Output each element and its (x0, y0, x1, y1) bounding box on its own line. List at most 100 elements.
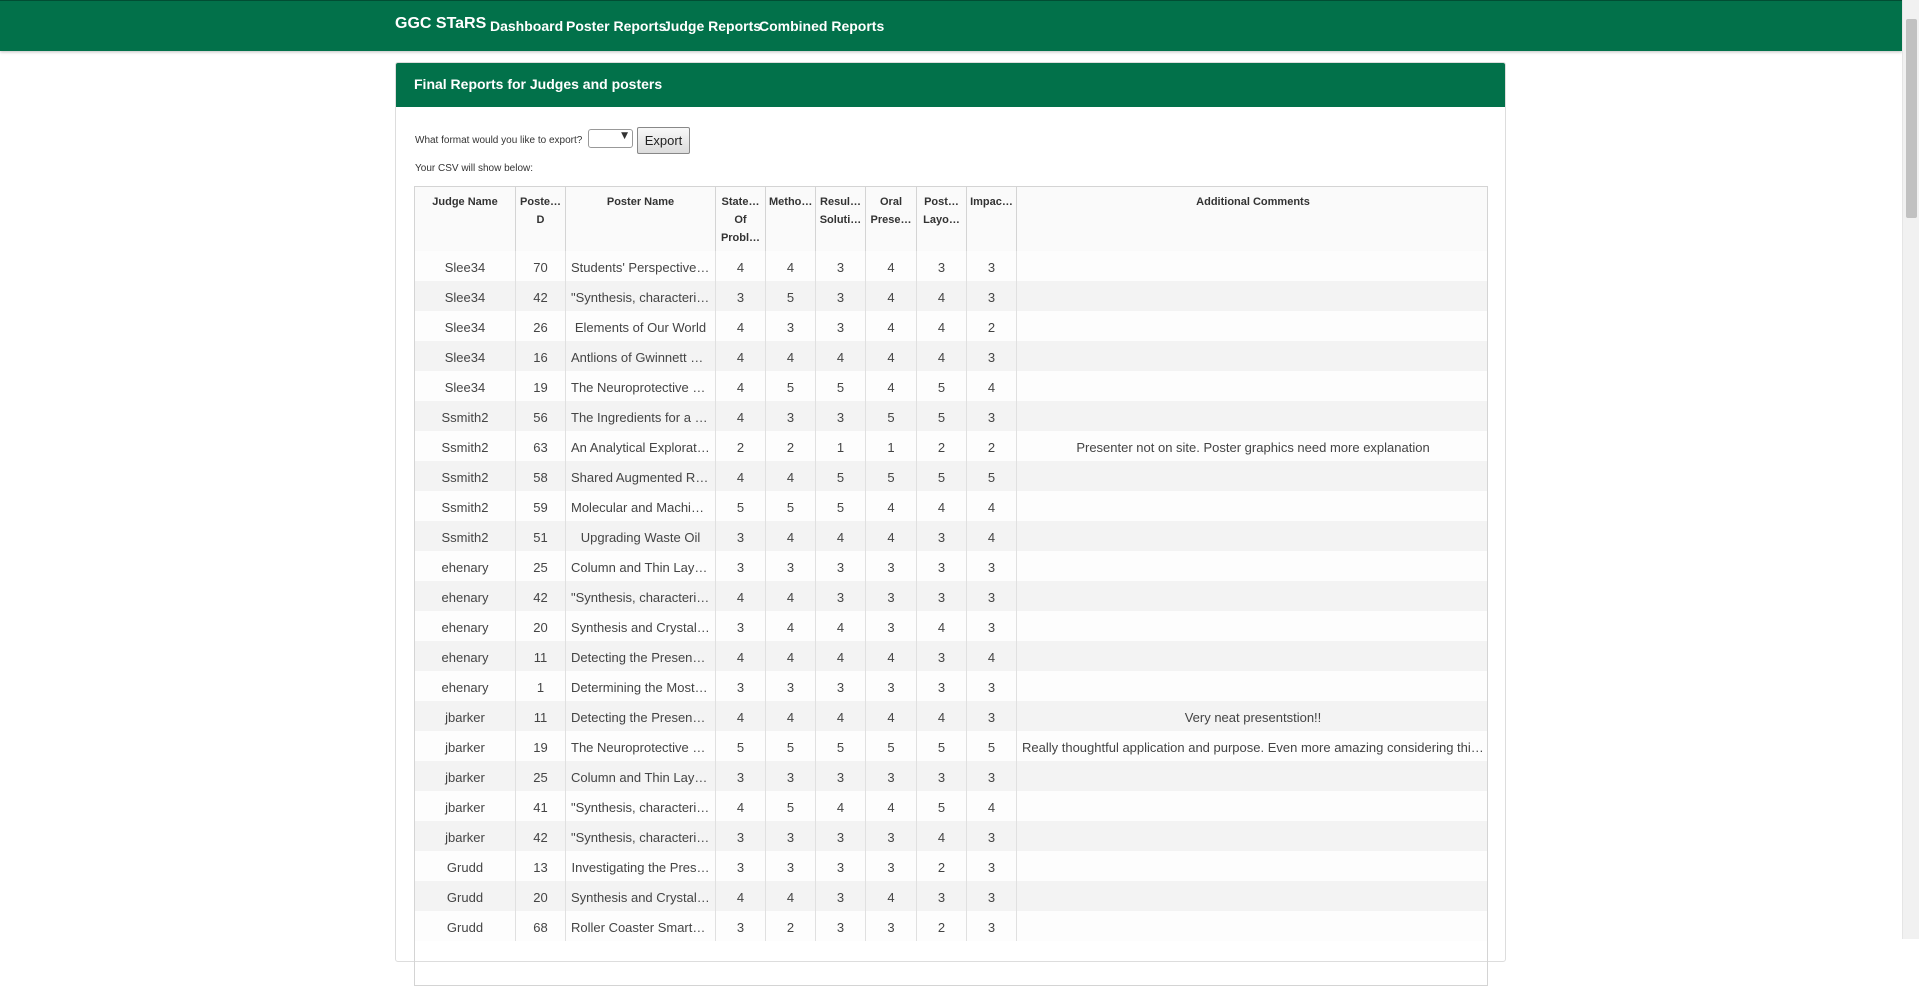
table-row[interactable]: ehenary 25 Column and Thin Layer… 3 3 3 3 3 3 (415, 551, 1487, 581)
nav-poster-reports[interactable]: Poster Reports (566, 18, 666, 34)
cell-additional-comments (1017, 761, 1487, 791)
cell-statement-of-problem: 3 (716, 761, 766, 791)
col-header-impact[interactable]: Impac… (967, 187, 1017, 251)
cell-poster-layout: 3 (917, 581, 967, 611)
table-row[interactable]: Grudd 68 Roller Coaster Smartp… 3 2 3 3 2 3 (415, 911, 1487, 941)
page-scrollbar[interactable] (1902, 0, 1919, 939)
scrollbar-thumb[interactable] (1906, 19, 1917, 218)
table-row[interactable]: Slee34 26 Elements of Our World 4 3 3 4 4 2 (415, 311, 1487, 341)
export-format-select[interactable]: ▼ (588, 129, 633, 148)
cell-results-solution: 3 (816, 401, 866, 431)
nav-combined-reports[interactable]: Combined Reports (759, 18, 884, 34)
cell-additional-comments (1017, 821, 1487, 851)
cell-results-solution: 4 (816, 701, 866, 731)
cell-methodology: 3 (766, 401, 816, 431)
table-row[interactable]: jbarker 41 "Synthesis, characteriz… 4 5 4 4 5 4 (415, 791, 1487, 821)
table-row[interactable]: jbarker 19 The Neuroprotective E… 5 5 5 5 5 5 Rea… (415, 731, 1487, 761)
export-button[interactable]: Export (637, 127, 690, 154)
col-header-judge-name[interactable]: Judge Name (415, 187, 516, 251)
cell-oral-presentation: 4 (866, 521, 917, 551)
nav-judge-reports[interactable]: Judge Reports (663, 18, 761, 34)
cell-impact: 3 (967, 701, 1017, 731)
col-header-oral-presentation[interactable]: Oral Prese… (866, 187, 917, 251)
cell-methodology: 3 (766, 551, 816, 581)
col-header-poster-id[interactable]: Poste… D (516, 187, 566, 251)
cell-oral-presentation: 4 (866, 371, 917, 401)
cell-additional-comments (1017, 461, 1487, 491)
cell-additional-comments (1017, 791, 1487, 821)
cell-poster-id: 63 (516, 431, 566, 461)
cell-poster-name: The Neuroprotective E… (566, 731, 716, 761)
cell-oral-presentation: 3 (866, 761, 917, 791)
cell-statement-of-problem: 3 (716, 671, 766, 701)
cell-statement-of-problem: 4 (716, 881, 766, 911)
cell-poster-name: Shared Augmented Re… (566, 461, 716, 491)
cell-judge-name: Ssmith2 (415, 401, 516, 431)
col-header-poster-layout[interactable]: Post… Layo… (917, 187, 967, 251)
table-row[interactable]: ehenary 20 Synthesis and Crystal S… 3 4 4 3 4 3 (415, 611, 1487, 641)
col-header-results-solution[interactable]: Resul… Soluti… (816, 187, 866, 251)
table-row[interactable]: jbarker 25 Column and Thin Layer… 3 3 3 3 3 3 (415, 761, 1487, 791)
col-header-methodology[interactable]: Metho… (766, 187, 816, 251)
col-header-additional-comments[interactable]: Additional Comments (1017, 187, 1487, 251)
cell-statement-of-problem: 4 (716, 461, 766, 491)
table-row[interactable]: Slee34 70 Students' Perspectives … 4 4 3 4 3 3 (415, 251, 1487, 281)
table-row[interactable]: ehenary 42 "Synthesis, characteriz… 4 4 3 3 3 3 (415, 581, 1487, 611)
cell-results-solution: 3 (816, 281, 866, 311)
cell-additional-comments (1017, 641, 1487, 671)
cell-oral-presentation: 4 (866, 881, 917, 911)
cell-results-solution: 3 (816, 881, 866, 911)
brand-link[interactable]: GGC STaRS (395, 15, 486, 33)
cell-poster-name: Synthesis and Crystal S… (566, 611, 716, 641)
table-row[interactable]: Grudd 13 Investigating the Pres… 3 3 3 3 2 3 (415, 851, 1487, 881)
col-header-poster-name[interactable]: Poster Name (566, 187, 716, 251)
table-row[interactable]: Slee34 42 "Synthesis, characteriz… 3 5 3 4 4 3 (415, 281, 1487, 311)
cell-poster-id: 13 (516, 851, 566, 881)
cell-methodology: 5 (766, 371, 816, 401)
table-row[interactable]: jbarker 11 Detecting the Presenc… 4 4 4 4 4 3 Ver… (415, 701, 1487, 731)
cell-impact: 4 (967, 791, 1017, 821)
cell-additional-comments (1017, 401, 1487, 431)
table-row[interactable]: ehenary 11 Detecting the Presenc… 4 4 4 4 3 4 (415, 641, 1487, 671)
table-row[interactable]: ehenary 1 Determining the Most … 3 3 3 3 3 3 (415, 671, 1487, 701)
cell-judge-name: jbarker (415, 731, 516, 761)
table-row[interactable]: Ssmith2 58 Shared Augmented Re… 4 4 5 5 5 5 (415, 461, 1487, 491)
cell-judge-name: Slee34 (415, 281, 516, 311)
cell-poster-layout: 3 (917, 251, 967, 281)
cell-additional-comments (1017, 851, 1487, 881)
cell-poster-layout: 2 (917, 431, 967, 461)
cell-impact: 3 (967, 581, 1017, 611)
table-row[interactable]: Ssmith2 56 The Ingredients for a P… 4 3 3 5 5 3 (415, 401, 1487, 431)
cell-methodology: 4 (766, 701, 816, 731)
cell-poster-layout: 2 (917, 851, 967, 881)
table-row[interactable]: jbarker 42 "Synthesis, characteriz… 3 3 3 3 4 3 (415, 821, 1487, 851)
top-navbar: GGC STaRS Dashboard Poster Reports Judge… (0, 0, 1902, 51)
table-row[interactable]: Ssmith2 63 An Analytical Explorati… 2 2 1 1 2 2 P… (415, 431, 1487, 461)
cell-poster-id: 16 (516, 341, 566, 371)
cell-results-solution: 3 (816, 671, 866, 701)
cell-judge-name: jbarker (415, 761, 516, 791)
table-row[interactable]: Slee34 19 The Neuroprotective E… 4 5 5 4 5 4 (415, 371, 1487, 401)
table-row[interactable]: Ssmith2 59 Molecular and Machin… 5 5 5 4 4 4 (415, 491, 1487, 521)
cell-poster-id: 42 (516, 821, 566, 851)
cell-poster-name: "Synthesis, characteriz… (566, 581, 716, 611)
cell-judge-name: Slee34 (415, 341, 516, 371)
table-row[interactable]: Ssmith2 51 Upgrading Waste Oil 3 4 4 4 3 4 (415, 521, 1487, 551)
cell-results-solution: 4 (816, 521, 866, 551)
cell-oral-presentation: 4 (866, 491, 917, 521)
cell-additional-comments (1017, 521, 1487, 551)
cell-poster-name: Molecular and Machin… (566, 491, 716, 521)
cell-additional-comments (1017, 671, 1487, 701)
table-row[interactable]: Slee34 16 Antlions of Gwinnett C… 4 4 4 4 4 3 (415, 341, 1487, 371)
cell-methodology: 3 (766, 671, 816, 701)
cell-additional-comments (1017, 311, 1487, 341)
cell-additional-comments (1017, 911, 1487, 941)
cell-poster-layout: 2 (917, 911, 967, 941)
col-header-statement-of-problem[interactable]: State… Of Probl… (716, 187, 766, 251)
cell-poster-layout: 3 (917, 551, 967, 581)
nav-dashboard[interactable]: Dashboard (490, 18, 563, 34)
cell-judge-name: Grudd (415, 881, 516, 911)
cell-impact: 3 (967, 401, 1017, 431)
cell-poster-id: 58 (516, 461, 566, 491)
table-row[interactable]: Grudd 20 Synthesis and Crystal S… 4 4 3 4 3 3 (415, 881, 1487, 911)
